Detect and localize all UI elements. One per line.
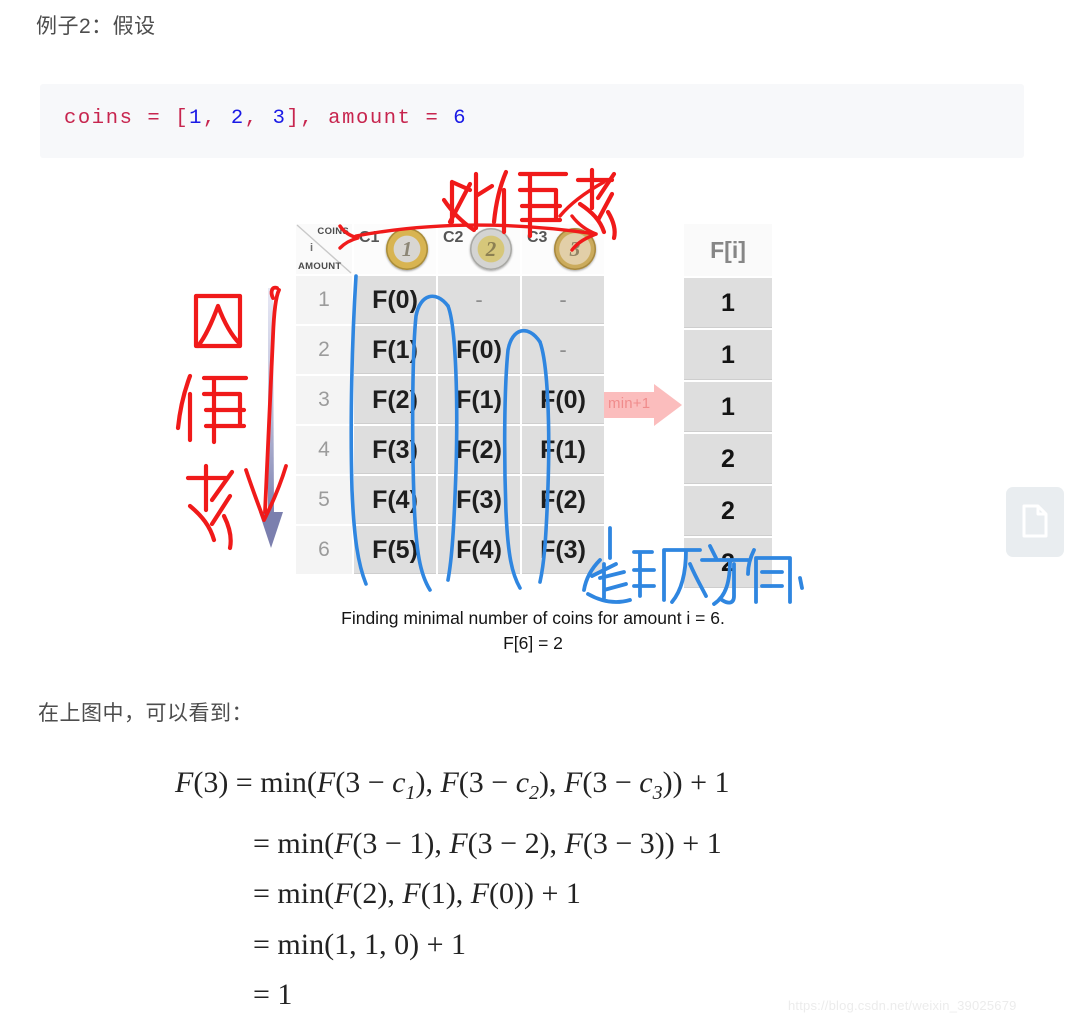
document-widget[interactable]	[1006, 487, 1064, 557]
page-title: 例子2：假设	[36, 15, 156, 38]
fi-row: 2	[684, 486, 772, 536]
math-line-1: F(3) = min(F(3 − c1), F(3 − c2), F(3 − c…	[175, 766, 730, 804]
fi-cell-6: 2	[684, 538, 772, 588]
code-token-6: ], amount =	[286, 107, 454, 130]
min-plus-one-arrow: min+1	[602, 382, 686, 428]
fi-row: 1	[684, 278, 772, 328]
code-token-2: ,	[203, 107, 231, 130]
code-token-1: 1	[189, 107, 204, 130]
fi-header-cell: F[i]	[684, 224, 772, 276]
caption-line-1: Finding minimal number of coins for amou…	[341, 608, 725, 628]
dp-cell-r4-c1: F(3)	[354, 426, 436, 474]
corner-i-label: i	[310, 242, 314, 254]
code-token-0: coins = [	[64, 107, 190, 130]
fi-cell-4: 2	[684, 434, 772, 484]
fi-cell-1: 1	[684, 278, 772, 328]
dp-table-header-row: COINS i AMOUNT C1 1 C2 2 C3 3	[296, 224, 604, 274]
amount-index-cell: 2	[296, 326, 352, 374]
amount-index-cell: 3	[296, 376, 352, 424]
coin-digit-c2: 2	[485, 236, 497, 261]
dp-cell-r6-c2: F(4)	[438, 526, 520, 574]
fi-row: 2	[684, 538, 772, 588]
dp-cell-r5-c2: F(3)	[438, 476, 520, 524]
code-token-3: 2	[230, 107, 245, 130]
fi-cell-3: 1	[684, 382, 772, 432]
table-corner-header: COINS i AMOUNT	[296, 224, 352, 274]
fi-table-body: 111222	[684, 278, 772, 588]
math-derivation: F(3) = min(F(3 − c1), F(3 − c2), F(3 − c…	[175, 758, 730, 1021]
amount-index-cell: 1	[296, 276, 352, 324]
dp-cell-r5-c1: F(4)	[354, 476, 436, 524]
table-row: 6 F(5) F(4) F(3)	[296, 526, 604, 574]
fi-table: F[i] 111222	[682, 222, 774, 590]
dp-cell-r2-c1: F(1)	[354, 326, 436, 374]
dp-cell-r3-c2: F(1)	[438, 376, 520, 424]
dp-cell-r6-c3: F(3)	[522, 526, 604, 574]
code-block: coins = [1, 2, 3], amount = 6	[40, 84, 1024, 158]
coin-label-c3: C3	[527, 229, 548, 246]
dp-table: COINS i AMOUNT C1 1 C2 2 C3 3 1 F(0) - -…	[294, 222, 606, 576]
fi-row: 1	[684, 330, 772, 380]
coin-digit-c1: 1	[401, 236, 413, 261]
dp-cell-r2-c2: F(0)	[438, 326, 520, 374]
dp-cell-r5-c3: F(2)	[522, 476, 604, 524]
corner-coins-label: COINS	[317, 226, 349, 237]
dp-cell-r3-c1: F(2)	[354, 376, 436, 424]
table-row: 3 F(2) F(1) F(0)	[296, 376, 604, 424]
code-line: coins = [1, 2, 3], amount = 6	[64, 107, 467, 130]
dp-cell-r1-c2: -	[438, 276, 520, 324]
coin-digit-c3: 3	[569, 236, 581, 261]
math-line-3: = min(F(2), F(1), F(0)) + 1	[253, 877, 581, 910]
body-paragraph: 在上图中，可以看到：	[38, 702, 253, 725]
dp-cell-r6-c1: F(5)	[354, 526, 436, 574]
math-line-4: = min(1, 1, 0) + 1	[253, 927, 466, 961]
corner-amount-label: AMOUNT	[298, 261, 342, 272]
amount-index-cell: 5	[296, 476, 352, 524]
table-row: 1 F(0) - -	[296, 276, 604, 324]
dp-cell-r3-c3: F(0)	[522, 376, 604, 424]
euro-coin-2-icon: 2	[470, 228, 512, 270]
code-token-4: ,	[244, 107, 273, 130]
coin-label-c2: C2	[443, 229, 464, 246]
code-token-7: 6	[453, 107, 468, 130]
dp-table-body: 1 F(0) - -2 F(1) F(0) -3 F(2) F(1) F(0) 4 F(3) F(2) F…	[296, 276, 604, 574]
coin-label-c1: C1	[359, 229, 380, 246]
document-icon	[1022, 504, 1048, 538]
min-plus-one-label: min+1	[608, 395, 651, 412]
fi-row: 1	[684, 382, 772, 432]
fi-header-row: F[i]	[684, 224, 772, 276]
fi-row: 2	[684, 434, 772, 484]
dp-cell-r4-c2: F(2)	[438, 426, 520, 474]
dp-cell-r1-c1: F(0)	[354, 276, 436, 324]
dp-cell-r2-c3: -	[522, 326, 604, 374]
figure-caption: Finding minimal number of coins for amou…	[0, 606, 1066, 656]
fi-cell-2: 1	[684, 330, 772, 380]
dp-figure: COINS i AMOUNT C1 1 C2 2 C3 3 1 F(0) - -…	[0, 160, 1066, 660]
math-line-5: = 1	[253, 978, 293, 1011]
coin-column-header-c3: C3 3	[522, 224, 604, 274]
amount-index-cell: 6	[296, 526, 352, 574]
dp-cell-r1-c3: -	[522, 276, 604, 324]
euro-coin-1-icon: 1	[386, 228, 428, 270]
caption-line-2: F[6] = 2	[503, 633, 563, 653]
code-token-5: 3	[272, 107, 287, 130]
amount-index-cell: 4	[296, 426, 352, 474]
table-row: 2 F(1) F(0) -	[296, 326, 604, 374]
math-line-2: = min(F(3 − 1), F(3 − 2), F(3 − 3)) + 1	[253, 826, 722, 860]
coin-column-header-c1: C1 1	[354, 224, 436, 274]
table-row: 4 F(3) F(2) F(1)	[296, 426, 604, 474]
table-row: 5 F(4) F(3) F(2)	[296, 476, 604, 524]
dp-cell-r4-c3: F(1)	[522, 426, 604, 474]
fi-cell-5: 2	[684, 486, 772, 536]
coin-column-header-c2: C2 2	[438, 224, 520, 274]
watermark: https://blog.csdn.net/weixin_39025679	[788, 998, 1017, 1013]
euro-coin-3-icon: 3	[554, 228, 596, 270]
